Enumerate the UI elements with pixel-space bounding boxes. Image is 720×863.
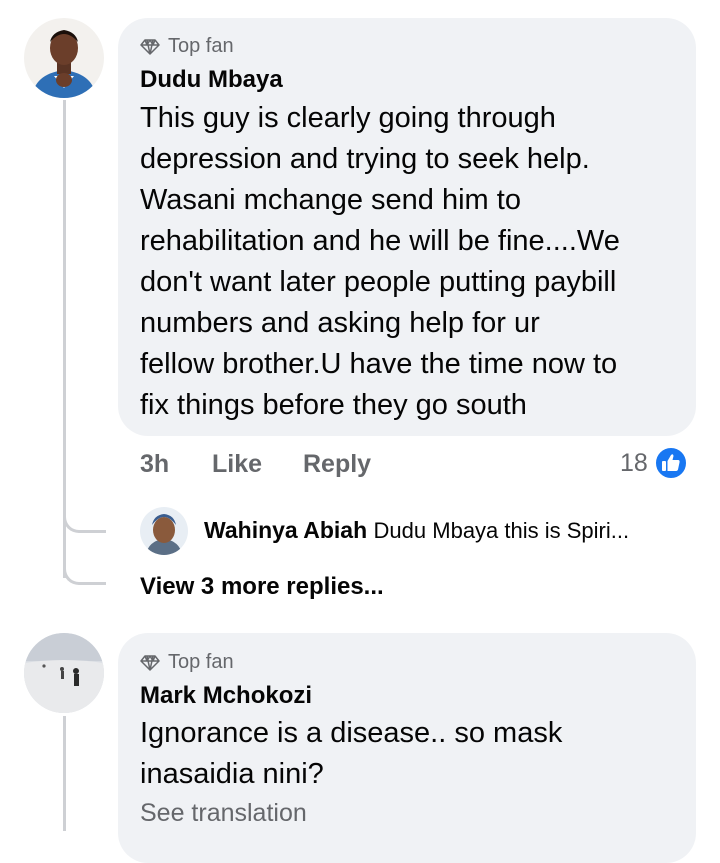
comment-bubble[interactable]: Top fan Mark Mchokozi Ignorance is a dis… — [118, 633, 696, 863]
badge-label: Top fan — [168, 35, 234, 57]
avatar-dudu-mbaya[interactable] — [24, 18, 104, 98]
reply-preview[interactable]: Wahinya Abiah Dudu Mbaya this is Spiri..… — [204, 517, 629, 544]
comment-timestamp[interactable]: 3h — [140, 450, 169, 479]
comment-line: Ignorance is a disease.. so mask — [140, 717, 563, 749]
reply-snippet: Dudu Mbaya this is Spiri... — [373, 518, 630, 543]
like-button[interactable]: Like — [212, 450, 262, 479]
reply-author[interactable]: Wahinya Abiah — [204, 517, 367, 543]
comment-line: rehabilitation and he will be fine....We — [140, 225, 620, 257]
comment-text: This guy is clearly going through depres… — [140, 98, 690, 426]
avatar-wahinya-abiah[interactable] — [140, 507, 188, 555]
comment-bubble[interactable]: Top fan Dudu Mbaya This guy is clearly g… — [118, 18, 696, 436]
reaction-summary[interactable]: 18 — [620, 446, 688, 480]
diamond-icon — [140, 654, 160, 671]
comment-line: don't want later people putting paybill — [140, 266, 617, 298]
comment-line: depression and trying to seek help. — [140, 143, 590, 175]
like-thumb-icon — [653, 446, 688, 480]
comment-author[interactable]: Dudu Mbaya — [140, 66, 283, 94]
more-replies-connector — [63, 556, 106, 585]
comment-text: Ignorance is a disease.. so mask inasaid… — [140, 713, 690, 795]
thread-line — [63, 716, 66, 831]
badge-label: Top fan — [168, 651, 234, 673]
reply-button[interactable]: Reply — [303, 450, 371, 479]
comment-line: This guy is clearly going through — [140, 102, 556, 134]
comment-line: inasaidia nini? — [140, 758, 324, 790]
comment-line: fellow brother.U have the time now to — [140, 348, 618, 380]
view-more-replies-link[interactable]: View 3 more replies... — [140, 573, 384, 601]
top-fan-badge: Top fan — [140, 35, 234, 58]
comment-line: fix things before they go south — [140, 389, 527, 421]
comment-line: Wasani mchange send him to — [140, 184, 521, 216]
reply-connector — [63, 500, 106, 533]
see-translation-link[interactable]: See translation — [140, 799, 307, 828]
top-fan-badge: Top fan — [140, 651, 234, 674]
avatar-mark-mchokozi[interactable] — [24, 633, 104, 713]
comment-author[interactable]: Mark Mchokozi — [140, 682, 312, 710]
comment-line: numbers and asking help for ur — [140, 307, 540, 339]
diamond-icon — [140, 38, 160, 55]
reaction-count: 18 — [620, 448, 648, 477]
